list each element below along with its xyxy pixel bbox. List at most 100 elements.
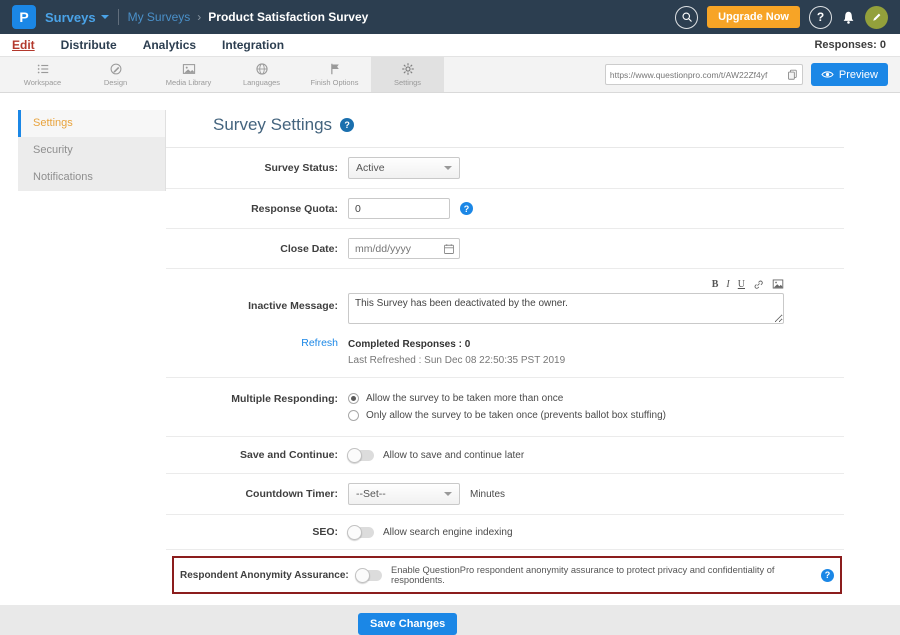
- finish-flag-icon: [328, 62, 342, 76]
- link-button[interactable]: [753, 279, 764, 290]
- search-button[interactable]: [675, 6, 698, 29]
- seo-text: Allow search engine indexing: [383, 527, 513, 538]
- breadcrumb-separator-icon: ›: [197, 10, 201, 24]
- link-icon: [753, 279, 764, 290]
- survey-status-select[interactable]: Active: [348, 157, 460, 179]
- countdown-timer-label: Countdown Timer:: [166, 488, 348, 500]
- save-and-continue-toggle[interactable]: [348, 450, 374, 461]
- bold-button[interactable]: B: [712, 279, 719, 290]
- calendar-icon[interactable]: [443, 243, 455, 255]
- toolbar-item-settings[interactable]: Settings: [371, 57, 444, 92]
- copy-icon: [787, 69, 798, 80]
- close-date-label: Close Date:: [166, 243, 348, 255]
- anonymity-label: Respondent Anonymity Assurance:: [180, 570, 356, 581]
- breadcrumb-current-survey: Product Satisfaction Survey: [208, 10, 368, 24]
- toolbar-item-design[interactable]: Design: [79, 57, 152, 92]
- languages-globe-icon: [255, 62, 269, 76]
- anonymity-toggle[interactable]: [356, 570, 382, 581]
- survey-url-box: [605, 64, 803, 85]
- last-refreshed-text: Last Refreshed : Sun Dec 08 22:50:35 PST…: [348, 353, 565, 369]
- anonymity-highlight-box: Respondent Anonymity Assurance: Enable Q…: [172, 556, 842, 594]
- chevron-down-icon: [101, 15, 109, 19]
- radio-option-multiple-allowed[interactable]: Allow the survey to be taken more than o…: [348, 393, 563, 404]
- close-date-field: [348, 238, 460, 259]
- tab-integration[interactable]: Integration: [222, 38, 284, 52]
- radio-option-once-only[interactable]: Only allow the survey to be taken once (…: [348, 410, 666, 421]
- surveys-menu-label: Surveys: [45, 10, 96, 25]
- sidebar-item-notifications[interactable]: Notifications: [18, 164, 165, 191]
- copy-url-button[interactable]: [787, 69, 798, 80]
- content-panel: Settings Security Notifications Survey S…: [0, 93, 900, 605]
- questionpro-logo[interactable]: P: [12, 5, 36, 29]
- inactive-message-label: Inactive Message:: [166, 278, 348, 312]
- toolbar-item-media-library[interactable]: Media Library: [152, 57, 225, 92]
- survey-url-input[interactable]: [610, 70, 784, 80]
- chevron-down-icon: [444, 166, 452, 170]
- response-quota-label: Response Quota:: [166, 203, 348, 215]
- edit-mode-button[interactable]: [865, 6, 888, 29]
- title-help-icon[interactable]: ?: [340, 118, 354, 132]
- format-toolbar: B I U: [348, 278, 784, 290]
- page-title: Survey Settings: [213, 115, 332, 135]
- inactive-message-textarea[interactable]: This Survey has been deactivated by the …: [348, 293, 784, 324]
- toolbar-item-label: Media Library: [166, 78, 211, 87]
- refresh-link[interactable]: Refresh: [301, 337, 338, 349]
- divider: [118, 9, 119, 25]
- close-date-input[interactable]: [349, 239, 443, 258]
- italic-button[interactable]: I: [726, 279, 729, 290]
- preview-button[interactable]: Preview: [811, 63, 888, 86]
- countdown-timer-value: --Set--: [356, 488, 386, 500]
- anonymity-help-icon[interactable]: ?: [821, 569, 834, 582]
- edit-toolbar: Workspace Design Media Library Languages…: [0, 56, 900, 93]
- close-date-row: Close Date:: [166, 228, 844, 268]
- design-icon: [109, 62, 123, 76]
- countdown-timer-select[interactable]: --Set--: [348, 483, 460, 505]
- image-icon: [772, 278, 784, 290]
- sidebar-item-settings[interactable]: Settings: [18, 110, 165, 137]
- page-title-wrap: Survey Settings ?: [166, 93, 844, 148]
- tab-edit[interactable]: Edit: [12, 38, 35, 52]
- settings-sidebar: Settings Security Notifications: [18, 110, 166, 191]
- eye-icon: [821, 68, 834, 81]
- seo-row: SEO: Allow search engine indexing: [166, 514, 844, 549]
- toolbar-item-finish-options[interactable]: Finish Options: [298, 57, 371, 92]
- response-quota-input[interactable]: [348, 198, 450, 219]
- inactive-message-row: Inactive Message: B I U: [166, 268, 844, 333]
- toolbar-item-label: Design: [104, 78, 127, 87]
- radio-unselected-icon[interactable]: [348, 410, 359, 421]
- save-row: Save Changes: [166, 600, 844, 635]
- survey-status-value: Active: [356, 162, 385, 174]
- breadcrumb-my-surveys[interactable]: My Surveys: [128, 10, 191, 24]
- chevron-down-icon: [444, 492, 452, 496]
- insert-image-button[interactable]: [772, 278, 784, 290]
- survey-status-row: Survey Status: Active: [166, 148, 844, 188]
- notifications-button[interactable]: [841, 10, 856, 25]
- upgrade-now-button[interactable]: Upgrade Now: [707, 6, 800, 28]
- anonymity-text: Enable QuestionPro respondent anonymity …: [391, 565, 815, 585]
- surveys-menu[interactable]: Surveys: [45, 10, 109, 25]
- seo-toggle[interactable]: [348, 527, 374, 538]
- multiple-responding-label: Multiple Responding:: [166, 390, 348, 405]
- toolbar-item-workspace[interactable]: Workspace: [6, 57, 79, 92]
- bell-icon: [841, 10, 856, 25]
- refresh-row: Refresh Completed Responses : 0 Last Ref…: [166, 333, 844, 377]
- underline-button[interactable]: U: [738, 279, 745, 290]
- toolbar-item-label: Settings: [394, 78, 421, 87]
- settings-gear-icon: [401, 62, 415, 76]
- help-button[interactable]: ?: [809, 6, 832, 29]
- completed-responses-text: Completed Responses : 0: [348, 337, 565, 353]
- radio-selected-icon[interactable]: [348, 393, 359, 404]
- settings-main: Survey Settings ? Survey Status: Active: [166, 93, 844, 635]
- toolbar-item-label: Languages: [243, 78, 280, 87]
- media-library-icon: [182, 62, 196, 76]
- toolbar-item-languages[interactable]: Languages: [225, 57, 298, 92]
- search-icon: [681, 11, 693, 23]
- tab-distribute[interactable]: Distribute: [61, 38, 117, 52]
- seo-label: SEO:: [166, 526, 348, 538]
- countdown-timer-suffix: Minutes: [470, 489, 505, 500]
- response-quota-help-icon[interactable]: ?: [460, 202, 473, 215]
- tab-analytics[interactable]: Analytics: [143, 38, 196, 52]
- radio-option-label: Allow the survey to be taken more than o…: [366, 393, 563, 404]
- sidebar-item-security[interactable]: Security: [18, 137, 165, 164]
- multiple-responding-row: Multiple Responding: Allow the survey to…: [166, 377, 844, 436]
